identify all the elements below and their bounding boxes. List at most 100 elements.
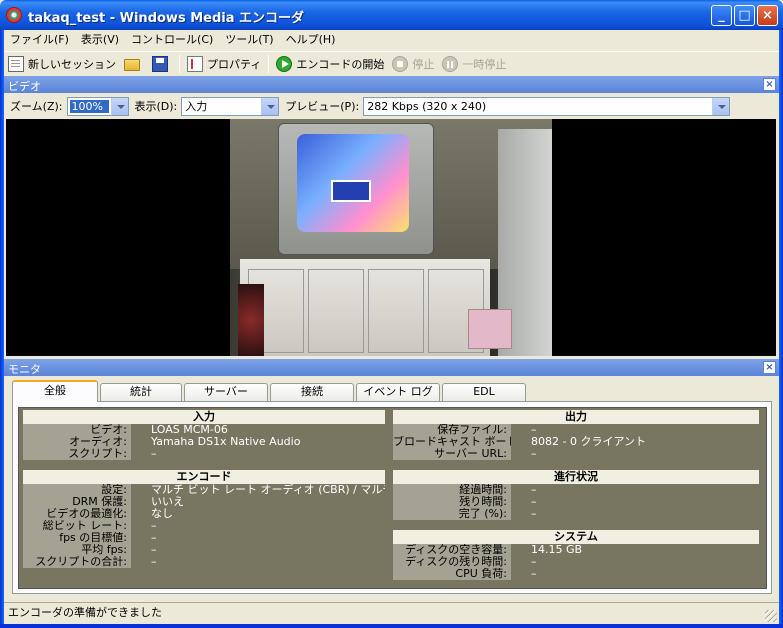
preview-select[interactable]: 282 Kbps (320 x 240) (363, 96, 731, 116)
system-disk-free-label: ディスクの空き容量: (393, 544, 511, 556)
properties-button[interactable]: プロパティ (183, 53, 265, 75)
output-file-value: – (531, 424, 537, 436)
zoom-value: 100% (69, 99, 109, 113)
play-icon (276, 55, 293, 72)
pause-icon (442, 55, 459, 72)
encode-row: 設定: マルチ ビット レート オーディオ (CBR) / マルチ ビッ (23, 484, 385, 496)
status-text: エンコーダの準備ができました (8, 606, 162, 619)
chevron-down-icon[interactable] (712, 97, 730, 115)
encode-fps-target-label: fps の目標値: (23, 532, 131, 544)
video-panel-title: ビデオ (8, 80, 41, 93)
system-disk-time-label: ディスクの残り時間: (393, 556, 511, 568)
encode-row: スクリプトの合計: – (23, 556, 385, 568)
chevron-down-icon[interactable] (261, 97, 279, 115)
input-script-label: スクリプト: (23, 448, 131, 460)
monitor-panel-close-icon[interactable]: × (763, 361, 776, 374)
input-audio-value: Yamaha DS1x Native Audio (151, 436, 301, 448)
encode-drm-value: いいえ (151, 496, 184, 508)
encode-row: ビデオの最適化: なし (23, 508, 385, 520)
new-document-icon (8, 55, 24, 72)
chevron-down-icon[interactable] (110, 97, 128, 115)
output-row: 保存ファイル: – (393, 424, 759, 436)
encode-script-total-value: – (151, 556, 157, 568)
save-button[interactable] (148, 53, 176, 75)
video-controls: ズーム(Z): 100% 表示(D): 入力 プレビュー(P): 282 Kbp… (4, 94, 779, 118)
tab-statistics[interactable]: 統計 (100, 383, 182, 401)
media-encoder-icon[interactable] (6, 7, 22, 23)
video-frame (230, 119, 552, 356)
video-scene-tv-screen (297, 134, 409, 232)
encode-script-total-label: スクリプトの合計: (23, 556, 131, 568)
zoom-select[interactable]: 100% (66, 96, 129, 116)
preview-value: 282 Kbps (320 x 240) (367, 99, 487, 113)
pause-button[interactable]: 一時停止 (438, 53, 510, 75)
resize-grip-icon[interactable] (765, 610, 777, 622)
close-button[interactable]: × (757, 5, 778, 26)
video-panel-close-icon[interactable]: × (763, 78, 776, 91)
progress-remaining-label: 残り時間: (393, 496, 511, 508)
video-preview-area (6, 119, 776, 356)
menu-view[interactable]: 表示(V) (75, 30, 125, 50)
encode-section: エンコード 設定: マルチ ビット レート オーディオ (CBR) / マルチ ビ… (23, 470, 385, 568)
tab-server[interactable]: サーバー (184, 383, 268, 401)
window-border-right[interactable] (779, 30, 783, 628)
menu-file[interactable]: ファイル(F) (4, 30, 75, 50)
preview-label: プレビュー(P): (285, 100, 360, 113)
properties-label: プロパティ (207, 57, 262, 71)
output-port-label: ブロードキャスト ポート: (393, 436, 511, 448)
minimize-button[interactable]: _ (711, 5, 732, 26)
start-encoding-button[interactable]: エンコードの開始 (272, 53, 388, 75)
toolbar-separator (268, 54, 270, 73)
system-row: CPU 負荷: – (393, 568, 759, 580)
monitor-general-grid: 入力 ビデオ: LOAS MCM-06 オーディオ: Yamaha DS1x Nat… (18, 407, 767, 589)
encode-bitrate-label: 総ビット レート: (23, 520, 131, 532)
tab-edl[interactable]: EDL (442, 383, 526, 401)
input-section-title: 入力 (23, 410, 385, 424)
display-label: 表示(D): (134, 100, 178, 113)
progress-row: 完了 (%): – (393, 508, 759, 520)
encode-row: 平均 fps: – (23, 544, 385, 556)
system-section: システム ディスクの空き容量: 14.15 GB ディスクの残り時間: – CPU … (393, 530, 759, 580)
monitor-tab-content: 入力 ビデオ: LOAS MCM-06 オーディオ: Yamaha DS1x Nat… (12, 401, 772, 594)
title-bar[interactable]: takaq_test - Windows Media エンコーダ _ □ × (0, 0, 783, 30)
output-port-value: 8082 - 0 クライアント (531, 436, 647, 448)
input-row-script: スクリプト: – (23, 448, 385, 460)
output-section: 出力 保存ファイル: – ブロードキャスト ポート: 8082 - 0 クライアント… (393, 410, 759, 460)
stop-button[interactable]: 停止 (388, 53, 438, 75)
encode-avg-fps-value: – (151, 544, 157, 556)
encode-section-title: エンコード (23, 470, 385, 484)
monitor-panel-title: モニタ (8, 363, 41, 376)
menu-bar: ファイル(F) 表示(V) コントロール(C) ツール(T) ヘルプ(H) (4, 30, 779, 50)
status-bar: エンコーダの準備ができました (4, 602, 779, 624)
menu-tools[interactable]: ツール(T) (219, 30, 279, 50)
encode-bitrate-value: – (151, 520, 157, 532)
system-disk-free-value: 14.15 GB (531, 544, 583, 556)
input-audio-label: オーディオ: (23, 436, 131, 448)
maximize-button[interactable]: □ (734, 5, 755, 26)
menu-control[interactable]: コントロール(C) (125, 30, 219, 50)
minimize-icon: _ (718, 8, 725, 23)
progress-complete-label: 完了 (%): (393, 508, 511, 520)
output-url-value: – (531, 448, 537, 460)
encode-avg-fps-label: 平均 fps: (23, 544, 131, 556)
progress-elapsed-value: – (531, 484, 537, 496)
tab-connections[interactable]: 接続 (270, 383, 354, 401)
window-border-left[interactable] (0, 30, 4, 628)
output-file-label: 保存ファイル: (393, 424, 511, 436)
menu-help[interactable]: ヘルプ(H) (280, 30, 342, 50)
new-session-label: 新しいセッション (28, 57, 116, 71)
new-session-button[interactable]: 新しいセッション (4, 53, 120, 75)
window-border-bottom[interactable] (0, 624, 783, 628)
tab-event-log[interactable]: イベント ログ (356, 383, 440, 401)
toolbar-separator (179, 54, 180, 73)
display-value: 入力 (185, 100, 208, 113)
progress-row: 経過時間: – (393, 484, 759, 496)
tab-general[interactable]: 全般 (12, 380, 98, 402)
video-scene-screen-logo (331, 180, 371, 202)
input-row-video: ビデオ: LOAS MCM-06 (23, 424, 385, 436)
open-button[interactable] (120, 53, 148, 75)
video-panel-header: ビデオ × (4, 76, 779, 93)
display-select[interactable]: 入力 (181, 96, 280, 116)
encode-row: 総ビット レート: – (23, 520, 385, 532)
input-video-value: LOAS MCM-06 (151, 424, 228, 436)
